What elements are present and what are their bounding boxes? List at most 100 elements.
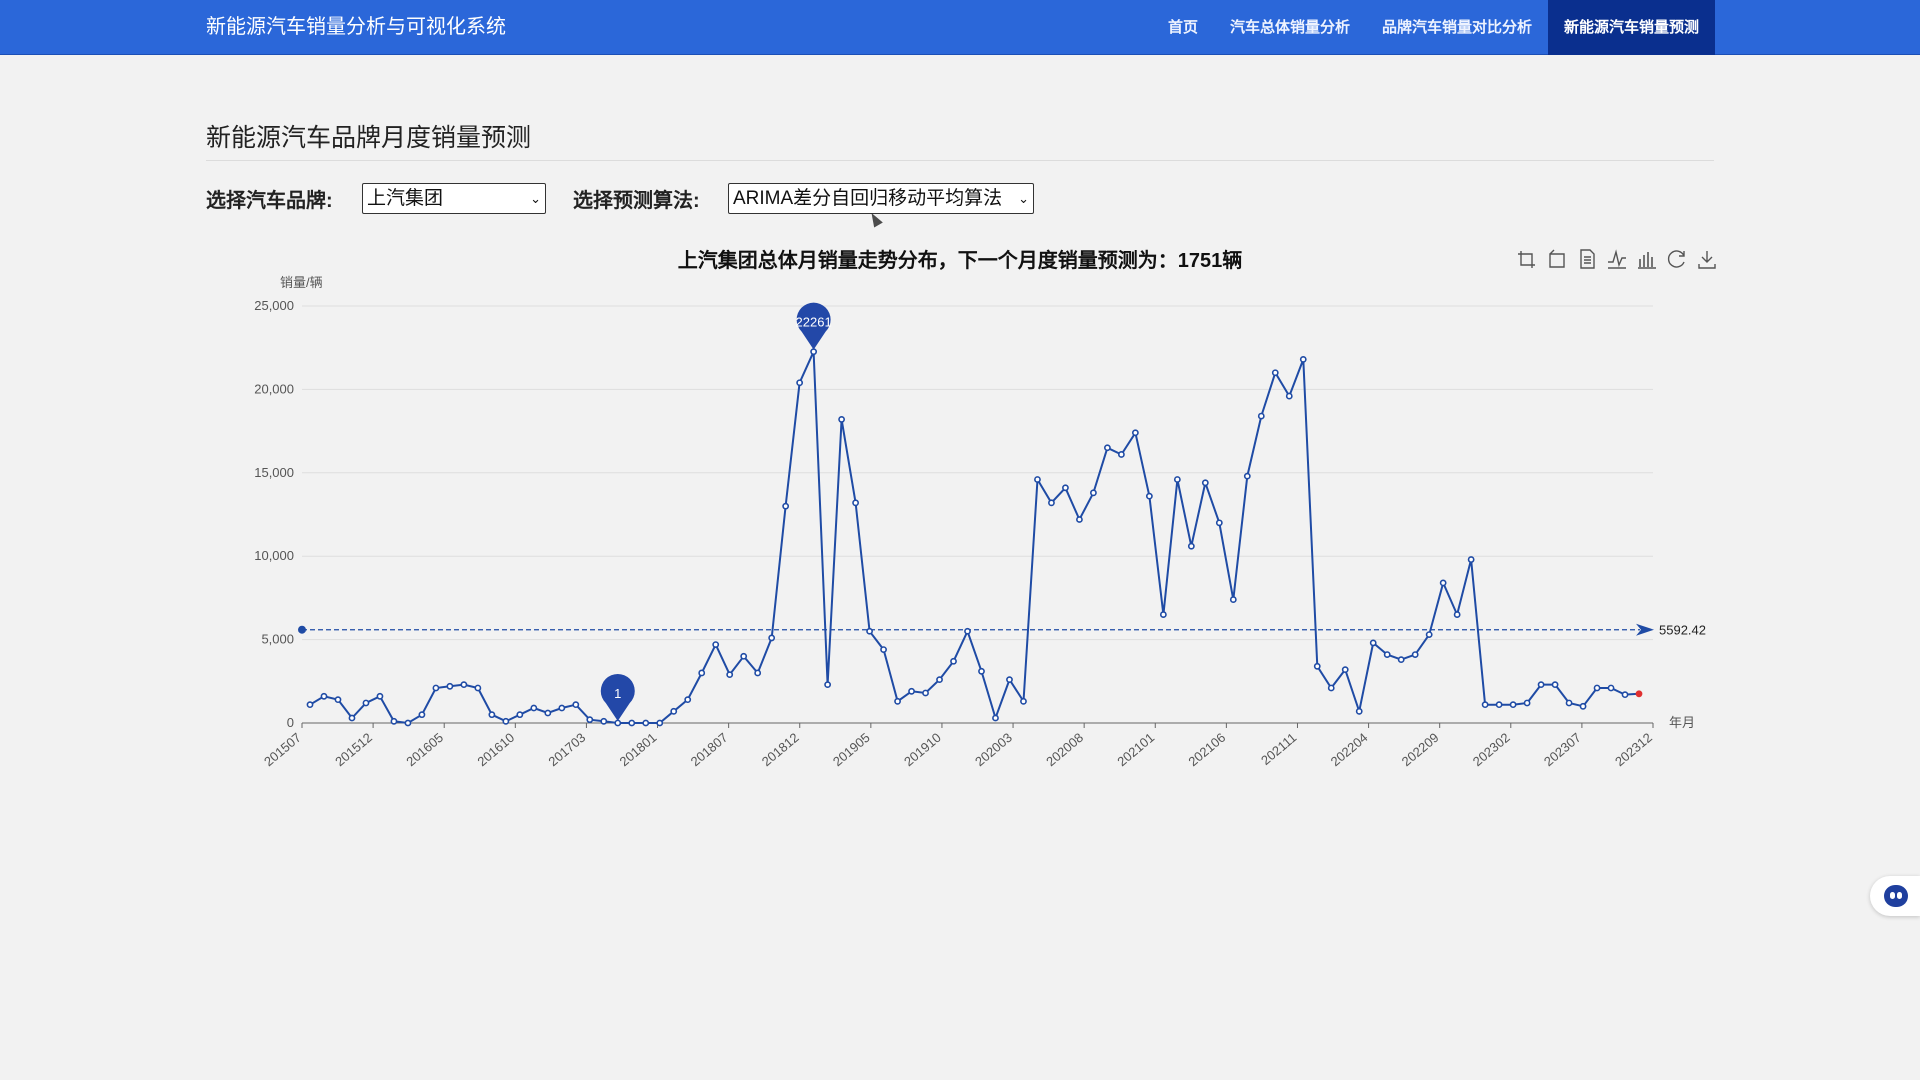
data-point — [1621, 691, 1629, 699]
data-point — [684, 696, 692, 704]
series-line — [309, 351, 1640, 725]
data-point — [474, 684, 482, 692]
data-point — [1257, 412, 1265, 420]
x-tick-label: 202106 — [1185, 730, 1228, 769]
x-tick-label: 202003 — [972, 730, 1015, 769]
data-point — [488, 711, 496, 719]
y-tick-label: 15,000 — [254, 465, 294, 480]
data-point — [348, 714, 356, 722]
data-point — [1090, 489, 1097, 497]
data-point — [866, 627, 873, 635]
max-value-pin-label: 22261 — [796, 315, 832, 330]
data-point — [544, 709, 552, 717]
data-point — [572, 701, 580, 709]
data-point — [1341, 666, 1349, 674]
x-tick-label: 202209 — [1399, 730, 1442, 769]
data-point — [1313, 662, 1321, 670]
data-point — [1187, 542, 1195, 550]
x-tick-label: 201507 — [261, 730, 304, 769]
x-tick-label: 201512 — [332, 730, 375, 769]
data-point — [978, 667, 985, 675]
data-point — [726, 671, 734, 679]
data-point — [404, 719, 412, 727]
data-point — [852, 499, 859, 507]
data-point — [1523, 699, 1531, 707]
data-point — [1327, 684, 1335, 692]
mean-line-label: 5592.42 — [1659, 623, 1706, 638]
x-tick-label: 202307 — [1541, 730, 1584, 769]
data-point — [1635, 690, 1643, 698]
data-point — [320, 692, 328, 700]
data-point — [1145, 492, 1153, 500]
data-point — [656, 719, 664, 727]
data-point — [1537, 681, 1545, 689]
y-tick-label: 10,000 — [254, 548, 294, 563]
data-point — [1579, 702, 1587, 710]
data-point — [614, 719, 622, 727]
data-point — [754, 669, 762, 677]
x-axis-label: 年月 — [1669, 715, 1695, 730]
data-point — [642, 719, 650, 727]
x-tick-label: 201905 — [830, 730, 873, 769]
data-point — [1076, 516, 1083, 523]
x-tick-label: 202101 — [1114, 730, 1157, 769]
data-point — [838, 416, 846, 423]
data-point — [964, 627, 971, 635]
data-point — [768, 634, 776, 642]
data-point — [796, 379, 804, 387]
data-point — [1551, 681, 1559, 689]
x-tick-label: 202312 — [1612, 730, 1655, 769]
y-tick-label: 0 — [287, 715, 294, 730]
x-tick-label: 201807 — [688, 730, 731, 769]
x-tick-label: 201910 — [901, 730, 944, 769]
data-point — [1173, 476, 1181, 483]
x-tick-label: 201605 — [403, 730, 446, 769]
data-point — [362, 699, 370, 707]
data-point — [782, 502, 790, 510]
data-point — [1467, 556, 1475, 563]
data-point — [1565, 699, 1573, 707]
data-point — [1453, 611, 1461, 618]
y-axis-label: 销量/辆 — [280, 275, 323, 290]
data-point — [1243, 472, 1251, 480]
data-point — [586, 716, 594, 724]
data-point — [334, 696, 342, 704]
x-tick-label: 202008 — [1043, 730, 1086, 769]
data-point — [432, 684, 440, 692]
data-point — [922, 689, 929, 697]
data-point — [950, 657, 957, 665]
data-point — [306, 701, 314, 709]
data-point — [1271, 369, 1279, 377]
assistant-icon — [1884, 885, 1908, 907]
data-point — [880, 646, 887, 654]
assistant-float-button[interactable] — [1870, 876, 1920, 916]
data-point — [1411, 651, 1419, 659]
min-value-pin: 1 — [600, 673, 635, 721]
data-point — [376, 692, 384, 700]
data-point — [390, 717, 398, 725]
sales-line-chart: 0 5,000 10,000 15,000 20,000 25,000 销量/辆年月 2015… — [254, 275, 1706, 769]
data-point — [740, 652, 748, 660]
data-point — [1495, 701, 1503, 709]
data-point — [936, 676, 943, 684]
y-tick-label: 20,000 — [254, 381, 294, 396]
data-point — [460, 681, 468, 689]
data-point — [1593, 684, 1601, 692]
data-point — [1439, 579, 1447, 587]
data-point — [1201, 479, 1209, 487]
data-point — [1034, 476, 1041, 483]
data-point — [1006, 676, 1013, 684]
data-point — [1229, 596, 1237, 603]
data-point — [698, 669, 706, 677]
x-tick-label: 201812 — [759, 730, 802, 769]
data-point — [1131, 429, 1139, 437]
data-point — [1369, 639, 1377, 647]
data-point — [628, 719, 636, 727]
y-tick-label: 5,000 — [261, 632, 294, 647]
data-point — [558, 704, 566, 712]
data-point — [1159, 611, 1167, 618]
data-point — [894, 697, 901, 705]
x-tick-label: 202111 — [1258, 730, 1299, 768]
data-point — [600, 717, 608, 725]
data-point — [446, 682, 454, 690]
